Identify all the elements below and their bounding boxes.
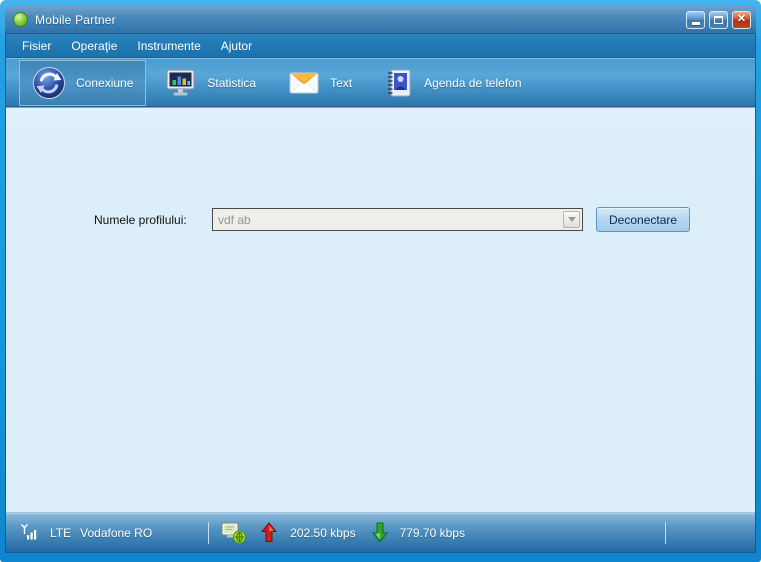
upload-speed-label: 202.50 kbps <box>290 525 356 540</box>
menu-operatie[interactable]: Operaţie <box>61 35 127 57</box>
window-controls: ✕ <box>686 10 751 29</box>
profile-name-label: Numele profilului: <box>94 212 187 227</box>
window-body: Fisier Operaţie Instrumente Ajutor Conex… <box>5 33 756 553</box>
statusbar-separator <box>208 521 210 544</box>
window-frame: Mobile Partner ✕ Fisier Operaţie Instrum… <box>0 0 761 562</box>
close-icon: ✕ <box>736 13 747 25</box>
maximize-icon <box>714 15 723 24</box>
toolbar-connection-button[interactable]: Conexiune <box>19 60 147 106</box>
toolbar-text-button[interactable]: Text <box>275 60 365 106</box>
signal-strength-icon <box>21 523 37 539</box>
close-button[interactable]: ✕ <box>732 10 751 29</box>
menu-instrumente[interactable]: Instrumente <box>127 35 210 57</box>
phonebook-icon <box>388 69 411 97</box>
connection-panel: Numele profilului: vdf ab Deconectare <box>6 108 755 512</box>
disconnect-button[interactable]: Deconectare <box>596 207 691 232</box>
chevron-down-icon <box>567 217 576 222</box>
download-speed-label: 779.70 kbps <box>399 525 465 540</box>
download-arrow-icon <box>371 522 388 543</box>
profile-name-combobox[interactable]: vdf ab <box>212 208 583 231</box>
menubar: Fisier Operaţie Instrumente Ajutor <box>6 34 755 58</box>
window-title: Mobile Partner <box>35 12 116 27</box>
menu-fisier[interactable]: Fisier <box>12 35 61 57</box>
app-icon <box>13 12 28 27</box>
upload-arrow-icon <box>261 522 278 542</box>
toolbar-statistics-button[interactable]: Statistica <box>152 60 269 106</box>
toolbar-statistics-label: Statistica <box>207 76 257 90</box>
envelope-icon <box>289 72 319 94</box>
statusbar: LTE Vodafone RO 202.50 kbps 779.70 kbps <box>6 512 755 552</box>
statusbar-separator <box>664 521 666 544</box>
profile-row: Numele profilului: vdf ab Deconectare <box>6 207 755 232</box>
network-type-label: LTE <box>50 525 72 540</box>
titlebar: Mobile Partner ✕ <box>5 6 756 33</box>
toolbar-phonebook-label: Agenda de telefon <box>424 76 522 90</box>
combobox-dropdown-button[interactable] <box>563 211 580 228</box>
toolbar-phonebook-button[interactable]: Agenda de telefon <box>371 60 534 106</box>
sync-connection-icon <box>33 67 65 99</box>
network-connected-pc-icon <box>221 522 247 544</box>
toolbar-text-label: Text <box>330 76 353 90</box>
profile-name-value: vdf ab <box>218 212 251 227</box>
minimize-button[interactable] <box>686 10 705 29</box>
toolbar-connection-label: Conexiune <box>76 76 134 90</box>
toolbar: Conexiune Statistica Text Agenda de tele… <box>6 58 755 108</box>
statistics-monitor-icon <box>166 69 195 96</box>
menu-ajutor[interactable]: Ajutor <box>211 35 262 57</box>
maximize-button[interactable] <box>709 10 728 29</box>
minimize-icon <box>691 21 700 25</box>
operator-label: Vodafone RO <box>80 525 153 540</box>
